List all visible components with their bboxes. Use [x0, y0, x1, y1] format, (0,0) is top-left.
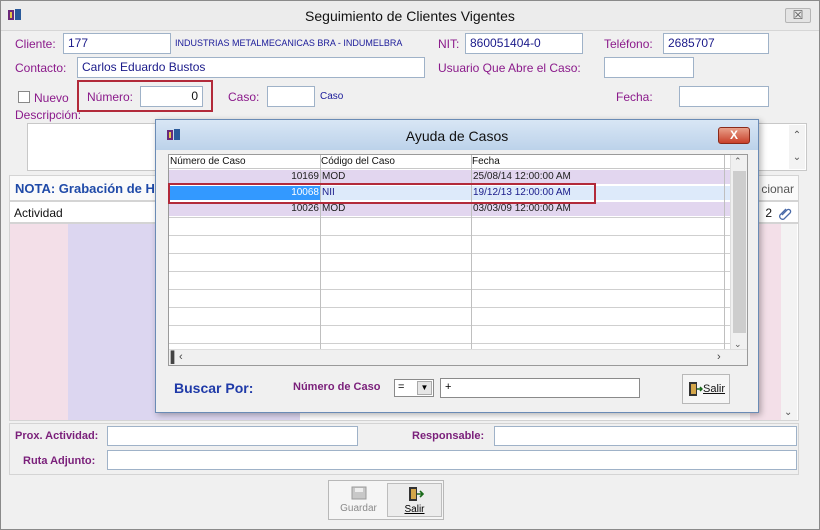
cliente-name-text: INDUSTRIAS METALMECANICAS BRA - INDUMELB… — [175, 38, 403, 48]
caso-field[interactable] — [267, 86, 315, 107]
list-vertical-scrollbar[interactable]: ⌃ ⌄ — [730, 155, 747, 351]
attachment-icon[interactable] — [778, 206, 792, 220]
operator-select[interactable]: = ▼ — [394, 379, 434, 397]
buscar-por-label: Buscar Por: — [174, 380, 254, 396]
window-title: Seguimiento de Clientes Vigentes — [305, 8, 515, 24]
title-bar: Seguimiento de Clientes Vigentes ☒ — [1, 1, 819, 31]
grid-line — [169, 289, 731, 290]
dialog-salir-button[interactable]: Salir — [682, 374, 730, 404]
prox-actividad-label: Prox. Actividad: — [15, 430, 99, 442]
row-codigo: MOD — [322, 203, 346, 214]
responsable-field[interactable] — [494, 426, 797, 446]
numero-label: Número: — [87, 90, 134, 104]
ruta-adjunto-label: Ruta Adjunto: — [23, 455, 96, 467]
search-input[interactable]: + — [440, 378, 640, 398]
numero-field[interactable]: 0 — [140, 86, 203, 107]
responsable-label: Responsable: — [412, 430, 485, 442]
nota-text: NOTA: Grabación de H — [15, 181, 155, 196]
table-row[interactable]: 10169 MOD 25/08/14 12:00:00 AM — [169, 170, 731, 184]
scroll-up-icon[interactable]: ⌃ — [789, 125, 805, 147]
row-numero: 10169 — [291, 171, 319, 182]
grid-line — [169, 271, 731, 272]
ruta-adjunto-field[interactable] — [107, 450, 797, 470]
grid-column-divider — [724, 155, 725, 351]
descripcion-scrollbar[interactable]: ⌃ ⌄ — [789, 125, 805, 169]
dialog-salir-label: Salir — [703, 383, 726, 395]
guardar-button[interactable]: Guardar — [331, 483, 386, 517]
operator-value: = — [398, 381, 405, 393]
nit-field[interactable]: 860051404-0 — [465, 33, 583, 54]
telefono-label: Teléfono: — [604, 37, 653, 51]
list-scroll-thumb[interactable] — [733, 171, 746, 333]
window-close-button[interactable]: ☒ — [785, 8, 811, 23]
main-window: Seguimiento de Clientes Vigentes ☒ Clien… — [0, 0, 820, 530]
list-scroll-up-icon[interactable]: ⌃ — [734, 156, 742, 167]
list-scroll-right-icon[interactable]: › — [717, 351, 721, 363]
salir-button[interactable]: Salir — [387, 483, 442, 517]
prox-actividad-field[interactable] — [107, 426, 358, 446]
exit-door-icon — [689, 382, 703, 396]
column-header-numero[interactable]: Número de Caso — [170, 156, 246, 167]
column-header-fecha[interactable]: Fecha — [472, 156, 500, 167]
list-header: Número de Caso Código del Caso Fecha — [169, 155, 731, 169]
grid-scrollbar[interactable]: ⌄ — [781, 224, 797, 420]
nota-right-text: cionar — [761, 182, 794, 196]
grid-line — [169, 235, 731, 236]
column-header-codigo[interactable]: Código del Caso — [321, 156, 395, 167]
grid-line — [169, 217, 731, 218]
exit-door-icon — [408, 487, 424, 501]
row-fecha: 25/08/14 12:00:00 AM — [473, 171, 571, 182]
cliente-label: Cliente: — [15, 37, 56, 51]
actividad-count: 2 — [765, 206, 772, 220]
row-fecha: 03/03/09 12:00:00 AM — [473, 203, 571, 214]
nit-label: NIT: — [438, 37, 460, 51]
ayuda-casos-dialog: Ayuda de Casos X Número de Caso Código d… — [155, 119, 759, 413]
caso-label: Caso: — [228, 90, 260, 104]
descripcion-label: Descripción: — [15, 108, 82, 122]
grid-line — [169, 325, 731, 326]
actividad-label: Actividad — [14, 206, 63, 220]
scroll-down-icon[interactable]: ⌄ — [789, 147, 805, 169]
selected-row-highlight-box — [168, 183, 596, 204]
dialog-close-button[interactable]: X — [718, 127, 750, 144]
cliente-code-field[interactable]: 177 — [63, 33, 171, 54]
caso-text: Caso — [320, 91, 344, 102]
dialog-title: Ayuda de Casos — [405, 128, 509, 144]
nuevo-checkbox[interactable] — [18, 91, 30, 103]
nuevo-label: Nuevo — [34, 91, 69, 105]
salir-label: Salir — [404, 504, 425, 515]
contacto-label: Contacto: — [15, 61, 67, 75]
table-row[interactable]: 10026 MOD 03/03/09 12:00:00 AM — [169, 202, 731, 216]
grid-line — [169, 253, 731, 254]
row-codigo: MOD — [322, 171, 346, 182]
telefono-field[interactable]: 2685707 — [663, 33, 769, 54]
dialog-title-bar: Ayuda de Casos X — [156, 120, 758, 150]
contacto-field[interactable]: Carlos Eduardo Bustos — [77, 57, 425, 78]
row-numero: 10026 — [291, 203, 319, 214]
search-field-label: Número de Caso — [293, 381, 381, 393]
grid-line — [169, 343, 731, 344]
grid-scroll-down-icon[interactable]: ⌄ — [784, 407, 792, 418]
list-scroll-left-icon[interactable]: ‹ — [179, 351, 183, 363]
chevron-down-icon[interactable]: ▼ — [417, 381, 432, 395]
list-horizontal-scrollbar[interactable]: ▍ ‹ › — [169, 349, 747, 365]
fecha-label: Fecha: — [616, 90, 653, 104]
usuario-label: Usuario Que Abre el Caso: — [438, 61, 581, 75]
grid-column-1 — [10, 224, 68, 420]
fecha-field[interactable] — [679, 86, 769, 107]
save-icon — [351, 486, 366, 500]
grid-line — [169, 307, 731, 308]
usuario-field[interactable] — [604, 57, 694, 78]
guardar-label: Guardar — [340, 503, 377, 514]
bottom-toolbar: Guardar Salir — [328, 480, 444, 520]
